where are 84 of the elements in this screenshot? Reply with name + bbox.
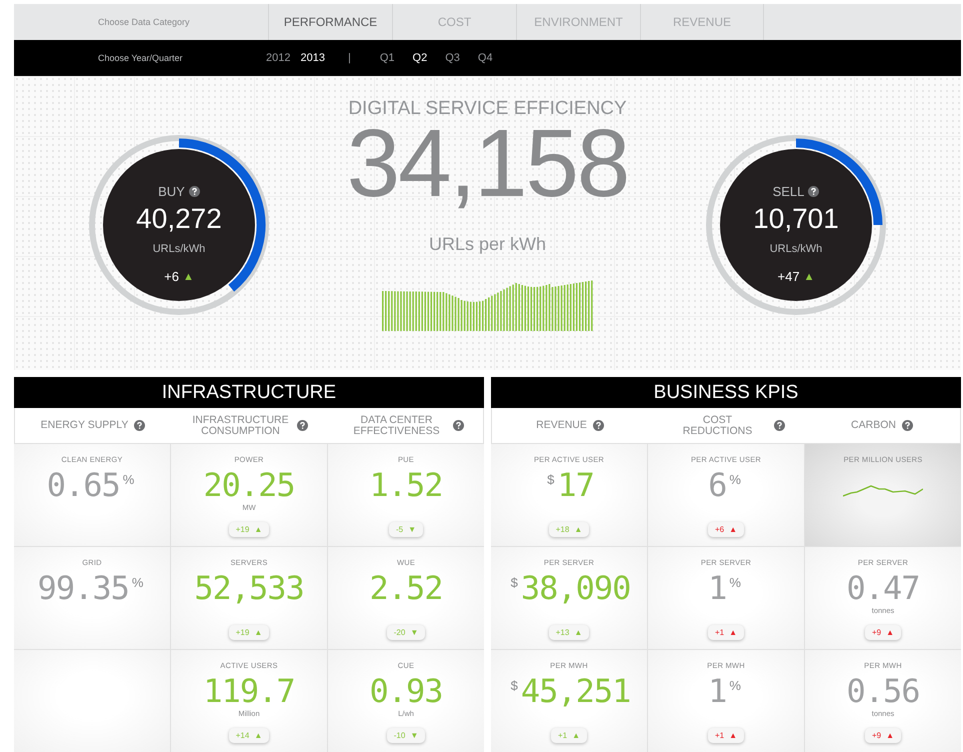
trend-arrow: ▲ (886, 731, 894, 740)
trend-arrow: ▲ (254, 525, 262, 534)
gauge-change: +47 (778, 269, 800, 284)
change-value: +9 (872, 628, 882, 637)
panel-title: INFRASTRUCTURE (14, 377, 484, 408)
metric-value: 1 (708, 571, 726, 605)
chart-label: URLs per kWh (428, 234, 546, 255)
year-option[interactable]: 2013 (295, 52, 330, 64)
year-option[interactable]: 2012 (261, 52, 296, 64)
separator: | (348, 52, 351, 64)
column-header: DATA CENTER EFFECTIVENESS (352, 414, 441, 436)
panel-title: BUSINESS KPIS (491, 377, 961, 408)
hero-value: 34,158 (346, 120, 628, 208)
metric-value: 52,533 (194, 571, 304, 605)
change-value: +19 (236, 628, 250, 637)
gauge-label: SELL (772, 184, 804, 199)
currency-sign: $ (547, 472, 554, 487)
gauge-value: 40,272 (136, 203, 222, 235)
trend-arrow: ▲ (572, 731, 580, 740)
currency-sign: $ (510, 678, 518, 693)
metric-value: 0.65 (46, 468, 120, 502)
percent-sign: % (122, 472, 134, 487)
percent-sign: % (729, 575, 741, 590)
metric-value: 45,251 (520, 674, 630, 708)
change-value: -10 (394, 731, 406, 740)
trend-arrow: ▼ (410, 731, 418, 740)
trend-arrow: ▲ (182, 270, 194, 282)
metric-value: 0.56 (846, 674, 920, 708)
quarter-option[interactable]: Q4 (472, 52, 498, 64)
quarter-option[interactable]: Q3 (440, 52, 465, 64)
metric-value: 99.35 (38, 571, 129, 605)
metric-value: 1 (708, 674, 726, 708)
trend-arrow: ▲ (729, 628, 738, 637)
metric-value: 0.93 (369, 674, 443, 708)
column-header: REVENUE (536, 420, 587, 431)
trend-arrow: ▲ (729, 525, 738, 534)
change-value: -5 (396, 525, 404, 534)
metric-value: 119.7 (203, 674, 295, 708)
gauge-unit: URLs/kWh (152, 243, 206, 255)
change-value: -20 (394, 628, 406, 637)
trend-arrow: ▲ (729, 731, 738, 740)
metric-value: 1.52 (369, 468, 443, 502)
trend-arrow: ▲ (574, 525, 582, 534)
gauge-change: +6 (164, 269, 179, 284)
gauge-unit: URLs/kWh (770, 243, 822, 255)
help-icon[interactable] (808, 186, 820, 197)
category-label: Choose Data Category (97, 16, 191, 29)
hero-title: DIGITAL SERVICE EFFICIENCY (348, 98, 627, 120)
metric-value: 2.52 (369, 571, 443, 605)
trend-arrow: ▲ (804, 270, 814, 282)
change-value: +18 (556, 525, 570, 534)
change-value: +1 (558, 731, 568, 740)
trend-arrow: ▼ (408, 525, 416, 534)
change-value: +19 (236, 525, 250, 534)
gauge-value: 10,701 (753, 203, 839, 235)
trend-arrow: ▼ (410, 628, 418, 637)
percent-sign: % (729, 678, 741, 693)
change-value: +9 (872, 731, 882, 740)
metric-value: 17 (557, 468, 594, 502)
percent-sign: % (729, 472, 741, 487)
metric-value: 0.47 (846, 571, 920, 605)
period-label: Choose Year/Quarter (97, 53, 184, 63)
quarter-option[interactable]: Q1 (374, 52, 400, 64)
column-header: ENERGY SUPPLY (40, 420, 128, 431)
trend-arrow: ▲ (254, 628, 262, 637)
metric-value: 6 (708, 468, 726, 502)
currency-sign: $ (510, 575, 518, 590)
column-header: COST REDUCTIONS (682, 414, 754, 436)
column-header: CARBON (851, 420, 896, 431)
help-icon[interactable] (188, 186, 200, 197)
trend-arrow: ▲ (886, 628, 894, 637)
trend-arrow: ▲ (574, 628, 582, 637)
change-value: +13 (556, 628, 570, 637)
gauge-label: BUY (158, 184, 185, 199)
metric-value: 20.25 (203, 468, 295, 502)
percent-sign: % (132, 575, 144, 590)
change-value: +6 (714, 525, 724, 534)
change-value: +1 (714, 628, 724, 637)
quarter-option[interactable]: Q2 (408, 52, 432, 64)
metric-value: 38,090 (520, 571, 630, 605)
change-value: +1 (714, 731, 724, 740)
change-value: +14 (236, 731, 250, 740)
trend-arrow: ▲ (254, 731, 262, 740)
column-header: INFRASTRUCTURE CONSUMPTION (191, 414, 290, 436)
